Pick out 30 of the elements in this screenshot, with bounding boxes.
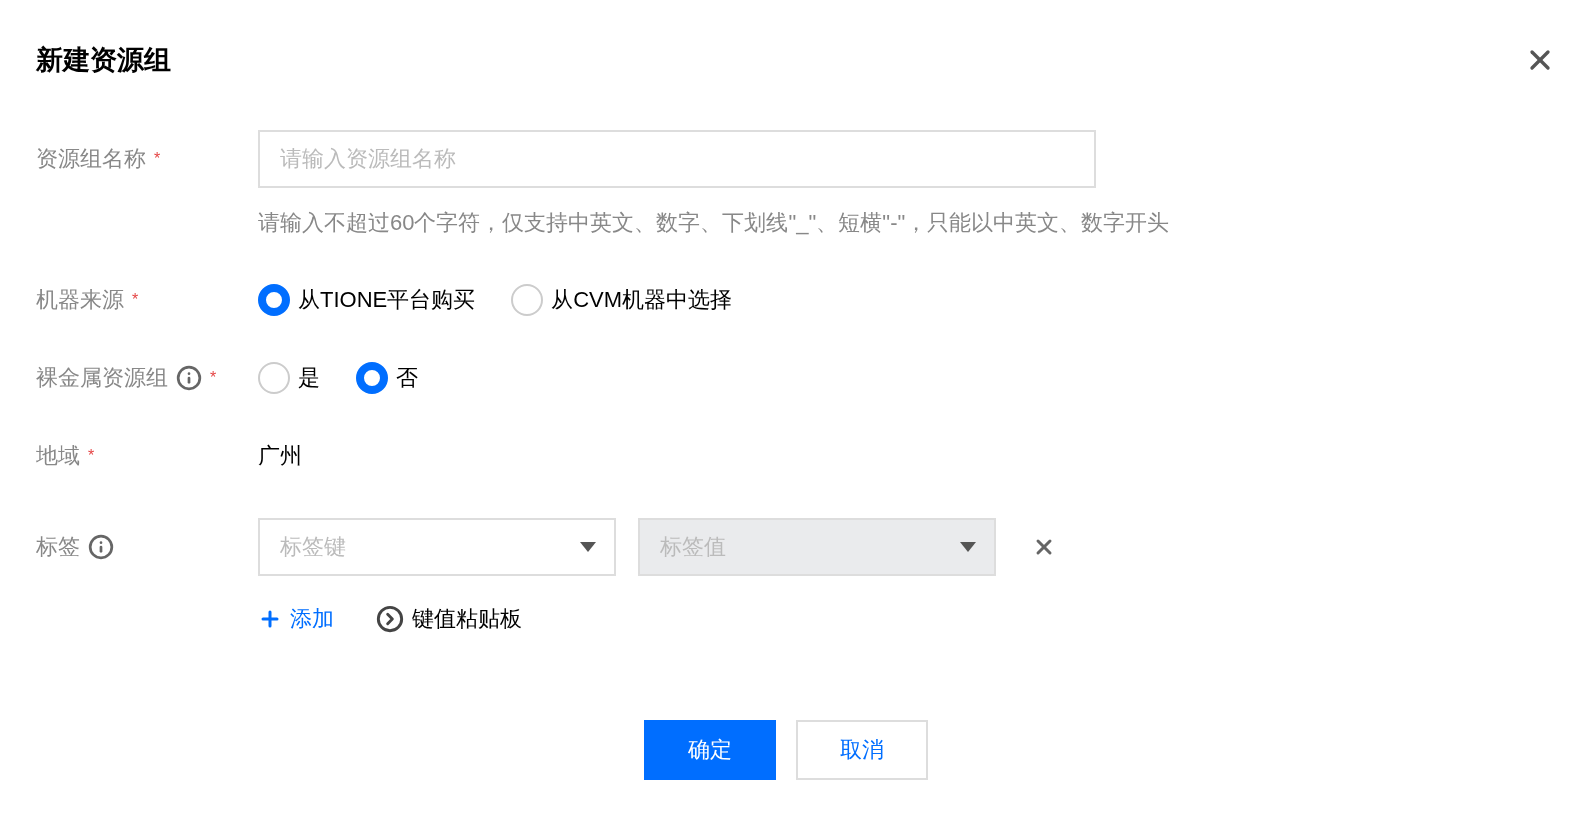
- add-tag-link[interactable]: 添加: [258, 604, 334, 634]
- radio-option[interactable]: 从CVM机器中选择: [511, 284, 733, 316]
- paste-board-link[interactable]: 键值粘贴板: [376, 604, 522, 634]
- caret-icon: [580, 542, 596, 552]
- dialog-title: 新建资源组: [36, 44, 171, 77]
- chevron-circle-icon: [376, 605, 404, 633]
- radio-circle[interactable]: [511, 284, 544, 316]
- name-input-field[interactable]: 请输入资源组名称: [258, 130, 1096, 188]
- info-icon: [88, 534, 114, 560]
- radio-circle[interactable]: [258, 362, 290, 394]
- field-label: 资源组名称: [36, 145, 146, 173]
- field-label: 标签: [36, 533, 80, 561]
- required-mark: *: [154, 150, 161, 168]
- required-mark: *: [88, 447, 95, 465]
- radio-circle[interactable]: [258, 284, 290, 316]
- region-value: 广州: [258, 442, 302, 470]
- radio-option[interactable]: 是: [258, 362, 320, 394]
- caret-icon: [960, 542, 976, 552]
- confirm-button[interactable]: 确定: [644, 720, 776, 780]
- field-label: 裸金属资源组: [36, 364, 168, 392]
- required-mark: *: [210, 369, 217, 387]
- cancel-button[interactable]: 取消: [796, 720, 928, 780]
- radio-option[interactable]: 从TIONE平台购买: [258, 284, 476, 316]
- info-icon: [176, 365, 202, 391]
- field-label: 机器来源: [36, 286, 124, 314]
- radio-circle[interactable]: [356, 362, 388, 394]
- field-label: 地域: [36, 442, 80, 470]
- radio-option[interactable]: 否: [356, 362, 418, 394]
- input-hint: 请输入不超过60个字符，仅支持中英文、数字、下划线"_"、短横"-"，只能以中英文、数字开头: [258, 209, 1170, 237]
- required-mark: *: [132, 291, 139, 309]
